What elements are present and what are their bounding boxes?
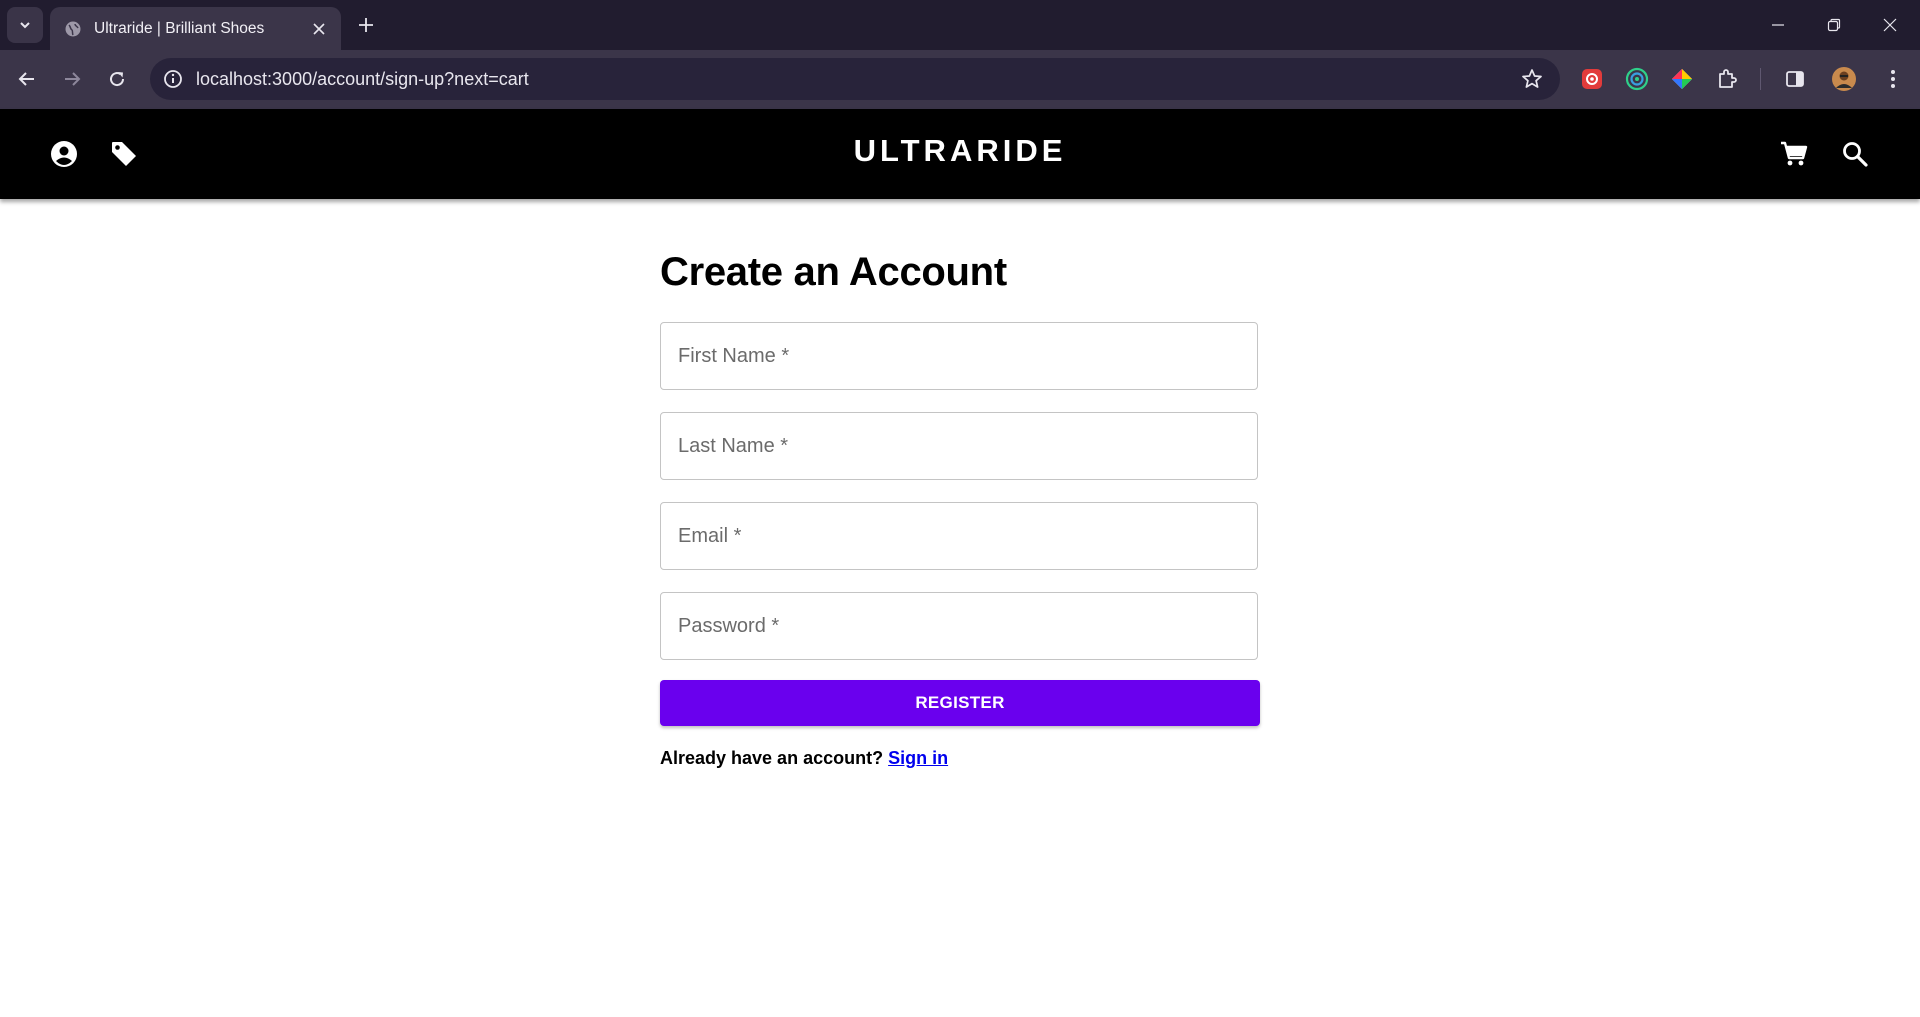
chevron-down-icon — [20, 22, 30, 29]
register-button[interactable]: REGISTER — [660, 680, 1260, 726]
restore-button[interactable] — [1806, 0, 1862, 50]
email-input[interactable] — [661, 503, 1257, 569]
close-window-button[interactable] — [1862, 0, 1918, 50]
browser-tab-active[interactable]: Ultraride | Brilliant Shoes — [50, 7, 341, 50]
arrow-right-icon — [65, 72, 81, 86]
browser-menu-icon[interactable] — [1880, 66, 1906, 92]
plus-icon — [359, 18, 373, 32]
extension-target-icon[interactable] — [1624, 66, 1650, 92]
globe-icon — [64, 20, 82, 38]
minimize-button[interactable] — [1750, 0, 1806, 50]
tab-title: Ultraride | Brilliant Shoes — [94, 19, 265, 37]
search-icon[interactable] — [1839, 138, 1871, 170]
email-field[interactable] — [660, 502, 1258, 570]
first-name-input[interactable] — [661, 323, 1257, 389]
side-panel-icon[interactable] — [1782, 66, 1808, 92]
new-tab-button[interactable] — [352, 11, 380, 39]
close-tab-icon[interactable] — [305, 15, 333, 43]
close-icon — [1883, 18, 1897, 32]
reload-button[interactable] — [100, 62, 134, 96]
profile-avatar-icon[interactable] — [1831, 66, 1857, 92]
site-header: ULTRARIDE — [0, 109, 1920, 199]
brand-logo[interactable]: ULTRARIDE — [0, 133, 1920, 169]
signin-prompt: Already have an account? — [660, 748, 884, 768]
bookmark-star-icon[interactable] — [1520, 67, 1544, 91]
back-button[interactable] — [10, 62, 44, 96]
site-info-icon[interactable] — [162, 68, 184, 90]
page-title: Create an Account — [660, 250, 1007, 294]
signin-row: Already have an account? Sign in — [660, 748, 1260, 769]
minimize-icon — [1772, 24, 1784, 26]
cart-icon[interactable] — [1778, 138, 1810, 170]
password-field[interactable] — [660, 592, 1258, 660]
restore-icon — [1827, 18, 1841, 32]
extensions-puzzle-icon[interactable] — [1714, 66, 1740, 92]
reload-icon — [110, 72, 125, 87]
browser-tab-bar: Ultraride | Brilliant Shoes — [0, 0, 1920, 50]
arrow-left-icon — [18, 72, 34, 86]
password-input[interactable] — [661, 593, 1257, 659]
tab-search-button[interactable] — [7, 7, 43, 43]
forward-button[interactable] — [55, 62, 89, 96]
address-bar[interactable]: localhost:3000/account/sign-up?next=cart — [150, 58, 1560, 100]
signin-link[interactable]: Sign in — [888, 748, 948, 768]
first-name-field[interactable] — [660, 322, 1258, 390]
toolbar-divider — [1760, 68, 1761, 90]
last-name-field[interactable] — [660, 412, 1258, 480]
browser-toolbar: localhost:3000/account/sign-up?next=cart — [0, 50, 1920, 109]
extension-color-icon[interactable] — [1669, 66, 1695, 92]
last-name-input[interactable] — [661, 413, 1257, 479]
url-text: localhost:3000/account/sign-up?next=cart — [196, 69, 529, 89]
extension-red-icon[interactable] — [1579, 66, 1605, 92]
signup-form: Create an Account REGISTER Already have … — [660, 240, 1260, 769]
